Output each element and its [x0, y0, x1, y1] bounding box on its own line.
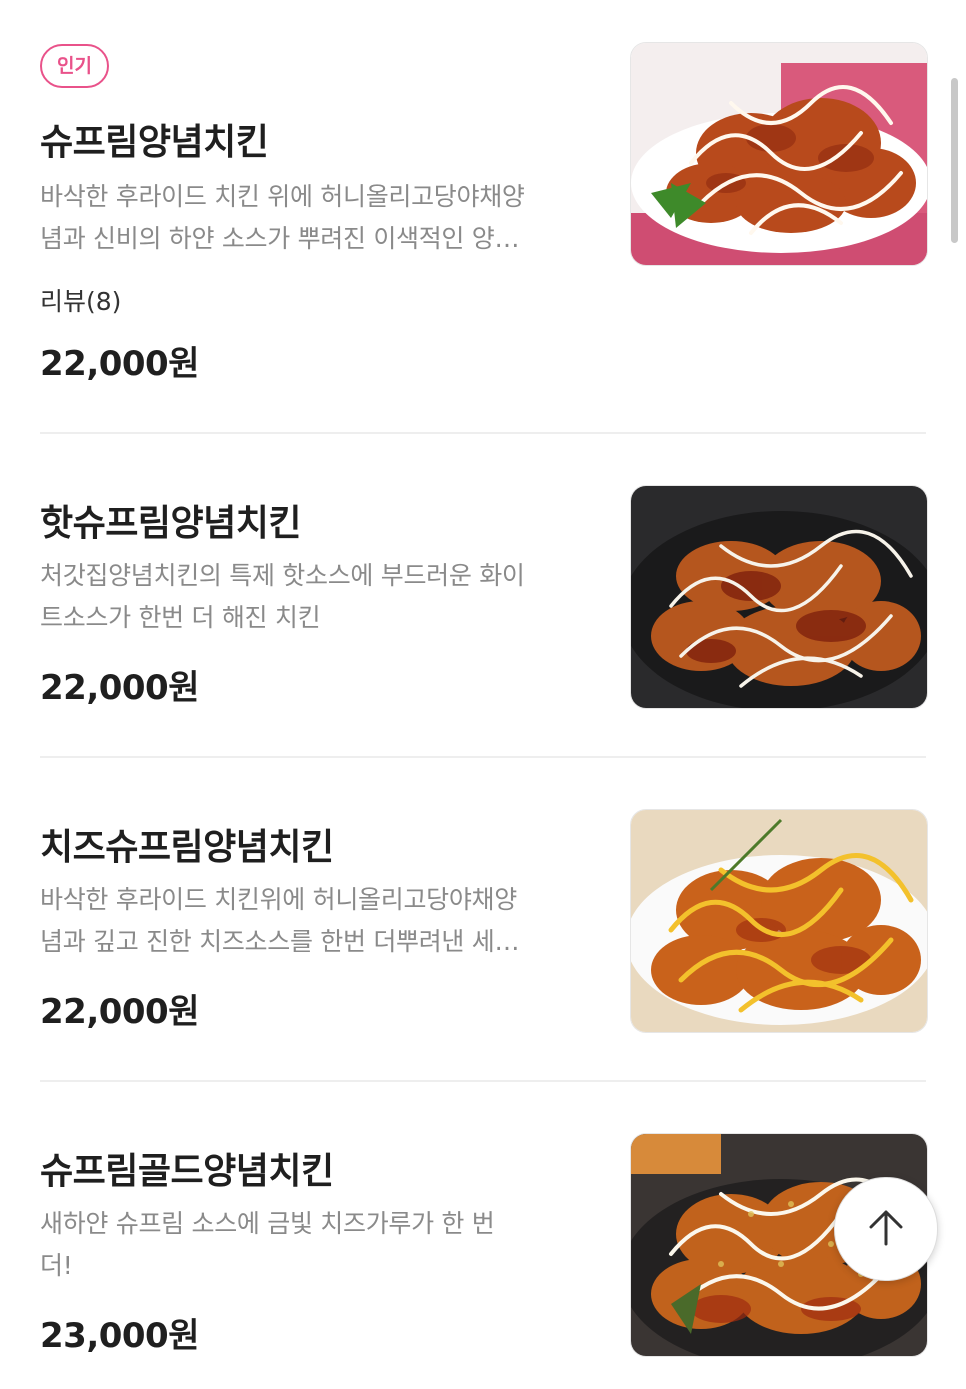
menu-item[interactable]: 치즈슈프림양념치킨 바삭한 후라이드 치킨위에 허니올리고당야채양 념과 깊고 …: [40, 758, 928, 1080]
menu-item-price: 23,000원: [40, 1316, 199, 1356]
popular-badge: 인기: [40, 44, 109, 88]
menu-item-price: 22,000원: [40, 668, 199, 708]
menu-item-price: 22,000원: [40, 344, 199, 384]
menu-item-review-count[interactable]: 리뷰(8): [40, 282, 121, 318]
menu-item-title: 핫슈프림양념치킨: [40, 503, 301, 544]
menu-item-title: 슈프림양념치킨: [40, 122, 269, 163]
menu-item-description: 새하얀 슈프림 소스에 금빛 치즈가루가 한 번 더!: [40, 1209, 495, 1280]
arrow-up-icon: [861, 1202, 911, 1256]
scrollbar[interactable]: [951, 78, 958, 243]
menu-item-price: 22,000원: [40, 992, 199, 1032]
menu-item-description: 바삭한 후라이드 치킨위에 허니올리고당야채양 념과 깊고 진한 치즈소스를 한…: [40, 885, 520, 956]
menu-item-title: 슈프림골드양념치킨: [40, 1151, 334, 1192]
menu-item-title: 치즈슈프림양념치킨: [40, 827, 334, 868]
scroll-to-top-button[interactable]: [834, 1177, 938, 1281]
menu-item-description: 바삭한 후라이드 치킨 위에 허니올리고당야채양 념과 신비의 하얀 소스가 뿌…: [40, 182, 525, 253]
menu-item[interactable]: 슈프림골드양념치킨 새하얀 슈프림 소스에 금빛 치즈가루가 한 번 더! 23…: [40, 1082, 928, 1389]
menu-item-description: 처갓집양념치킨의 특제 핫소스에 부드러운 화이 트소스가 한번 더 해진 치킨: [40, 561, 525, 632]
menu-item-image[interactable]: [630, 42, 928, 266]
menu-item[interactable]: 인기 슈프림양념치킨 바삭한 후라이드 치킨 위에 허니올리고당야채양 념과 신…: [40, 0, 928, 432]
menu-item[interactable]: 핫슈프림양념치킨 처갓집양념치킨의 특제 핫소스에 부드러운 화이 트소스가 한…: [40, 434, 928, 756]
menu-item-image[interactable]: [630, 485, 928, 709]
menu-item-image[interactable]: [630, 809, 928, 1033]
